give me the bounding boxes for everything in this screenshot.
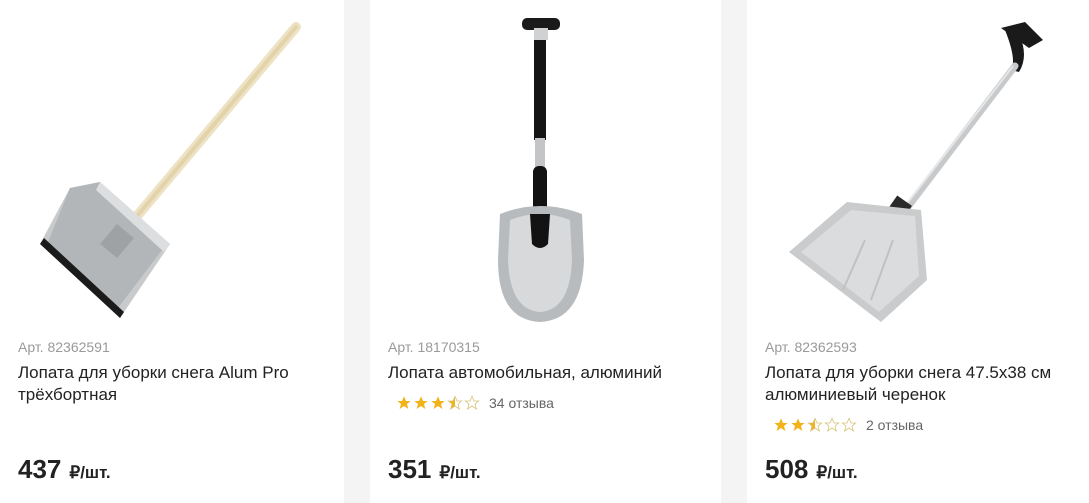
product-image[interactable] — [0, 0, 344, 330]
product-image[interactable] — [747, 0, 1089, 330]
price-value: 437 — [18, 454, 62, 484]
product-title[interactable]: Лопата автомобильная, алюминий — [388, 362, 711, 384]
rating-stars — [773, 417, 858, 433]
rating[interactable]: 34 отзыва — [396, 395, 554, 411]
star-filled-icon — [431, 396, 445, 409]
star-filled-icon — [397, 396, 411, 409]
card-gap — [721, 0, 747, 503]
article-number: Арт. 18170315 — [388, 339, 480, 355]
product-title[interactable]: Лопата для уборки снега Alum Pro трёхбор… — [18, 362, 334, 406]
star-filled-icon — [414, 396, 428, 409]
product-title[interactable]: Лопата для уборки снега 47.5x38 см алюми… — [765, 362, 1079, 406]
product-card[interactable]: Арт. 18170315 Лопата автомобильная, алюм… — [370, 0, 721, 503]
rating-stars — [396, 395, 481, 411]
price-unit: ₽/шт. — [816, 463, 858, 482]
star-empty-icon — [824, 417, 840, 432]
star-empty-icon — [464, 395, 480, 410]
star-filled-icon — [791, 418, 805, 431]
price-value: 351 — [388, 454, 432, 484]
article-number: Арт. 82362591 — [18, 339, 110, 355]
star-filled-icon — [774, 418, 788, 431]
price: 351 ₽/шт. — [388, 454, 481, 485]
product-card[interactable]: Арт. 82362591 Лопата для уборки снега Al… — [0, 0, 344, 503]
price: 508 ₽/шт. — [765, 454, 858, 485]
product-image[interactable] — [370, 0, 721, 330]
price-unit: ₽/шт. — [69, 463, 111, 482]
price: 437 ₽/шт. — [18, 454, 111, 485]
article-number: Арт. 82362593 — [765, 339, 857, 355]
star-empty-icon — [841, 417, 857, 432]
star-half-icon — [447, 395, 463, 410]
product-card[interactable]: Арт. 82362593 Лопата для уборки снега 47… — [747, 0, 1089, 503]
product-grid: Арт. 82362591 Лопата для уборки снега Al… — [0, 0, 1089, 503]
price-unit: ₽/шт. — [439, 463, 481, 482]
reviews-count[interactable]: 34 отзыва — [489, 395, 554, 411]
card-gap — [344, 0, 370, 503]
price-value: 508 — [765, 454, 809, 484]
reviews-count[interactable]: 2 отзыва — [866, 417, 923, 433]
star-half-icon — [807, 417, 823, 432]
rating[interactable]: 2 отзыва — [773, 417, 923, 433]
